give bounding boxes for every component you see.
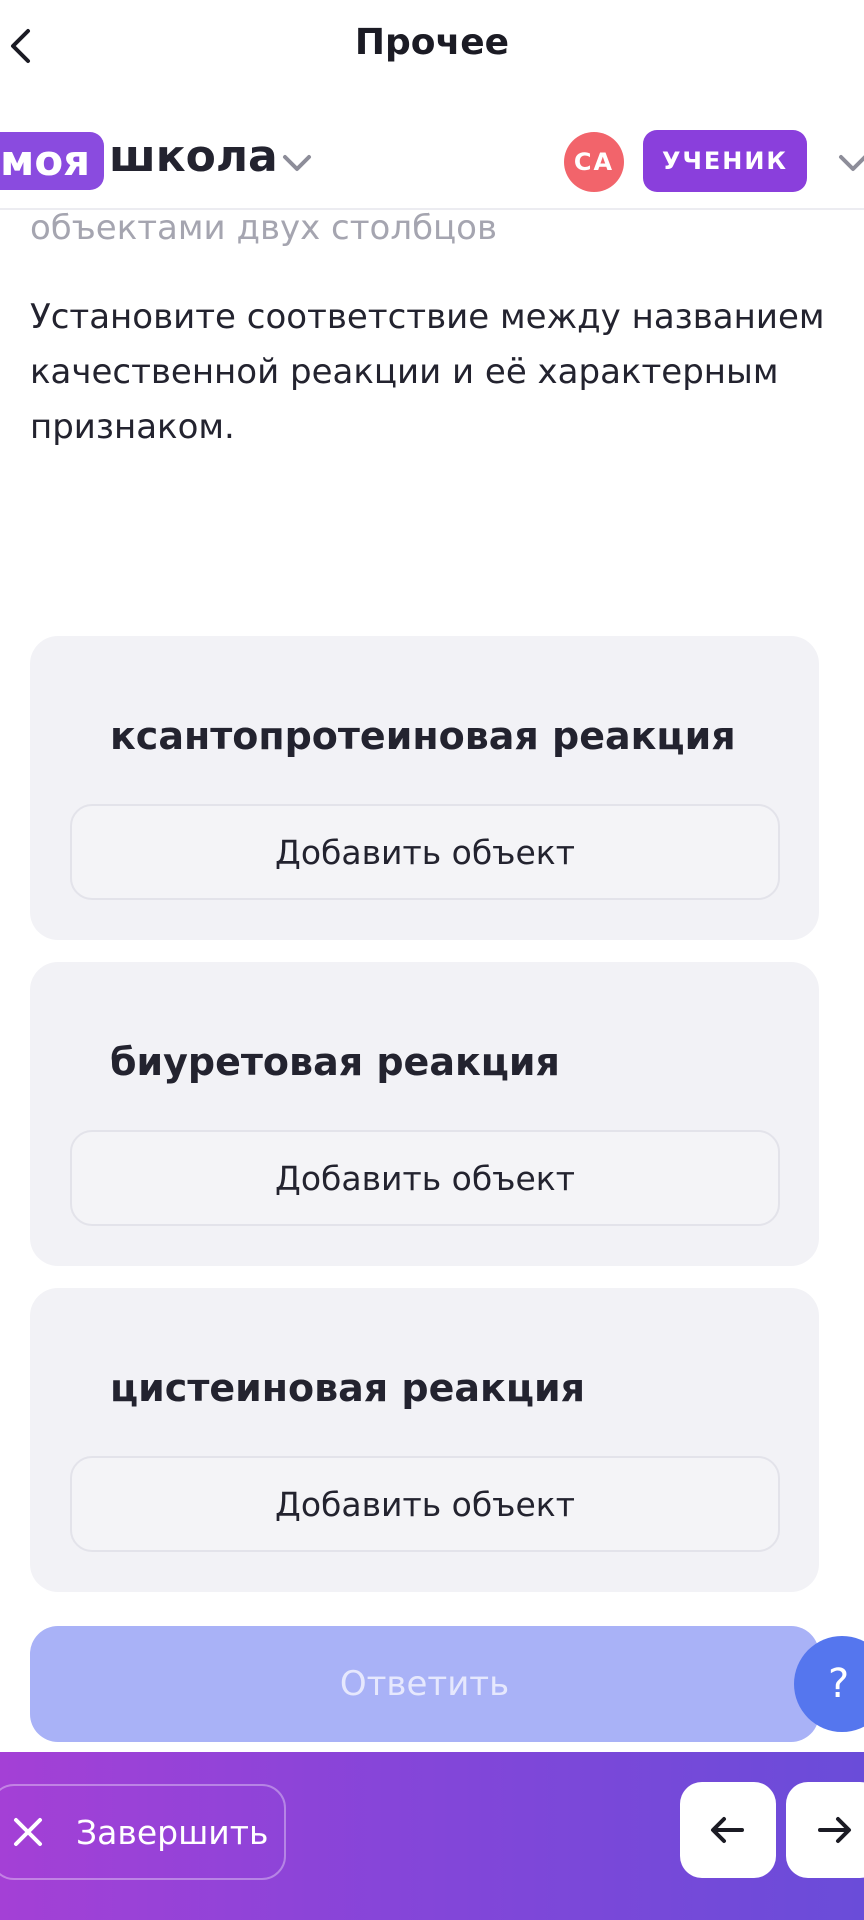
add-object-button[interactable]: Добавить объект	[70, 804, 780, 900]
card-title: цистеиновая реакция	[110, 1366, 586, 1410]
chevron-down-icon[interactable]	[836, 146, 864, 180]
close-icon	[14, 1818, 42, 1846]
task-subtitle: объектами двух столбцов	[30, 208, 498, 248]
role-badge[interactable]: УЧЕНИК	[643, 130, 807, 192]
task-instruction: Установите соответствие между названием …	[30, 297, 825, 447]
chevron-down-icon[interactable]	[280, 146, 314, 180]
logo-shkola: школа	[109, 131, 278, 182]
match-card: биуретовая реакция Добавить объект	[30, 962, 819, 1266]
logo-moya: моя	[0, 132, 105, 190]
finish-label: Завершить	[76, 1812, 269, 1852]
add-object-button[interactable]: Добавить объект	[70, 1456, 780, 1552]
match-card: цистеиновая реакция Добавить объект	[30, 1288, 819, 1592]
avatar[interactable]: СА	[564, 132, 624, 192]
card-title: биуретовая реакция	[110, 1040, 560, 1084]
top-nav: Прочее	[0, 0, 864, 95]
next-button[interactable]	[786, 1782, 864, 1878]
page-title: Прочее	[354, 22, 510, 63]
match-card: ксантопротеиновая реакция Добавить объек…	[30, 636, 819, 940]
card-title: ксантопротеиновая реакция	[110, 714, 736, 758]
previous-button[interactable]	[680, 1782, 776, 1878]
bottom-bar: Завершить	[0, 1752, 864, 1920]
answer-button[interactable]: Ответить	[30, 1626, 819, 1742]
add-object-button[interactable]: Добавить объект	[70, 1130, 780, 1226]
arrow-right-icon	[818, 1817, 851, 1843]
finish-button[interactable]: Завершить	[0, 1784, 286, 1880]
brand-bar: моя школа СА УЧЕНИК	[0, 118, 864, 210]
arrow-left-icon	[711, 1817, 744, 1843]
